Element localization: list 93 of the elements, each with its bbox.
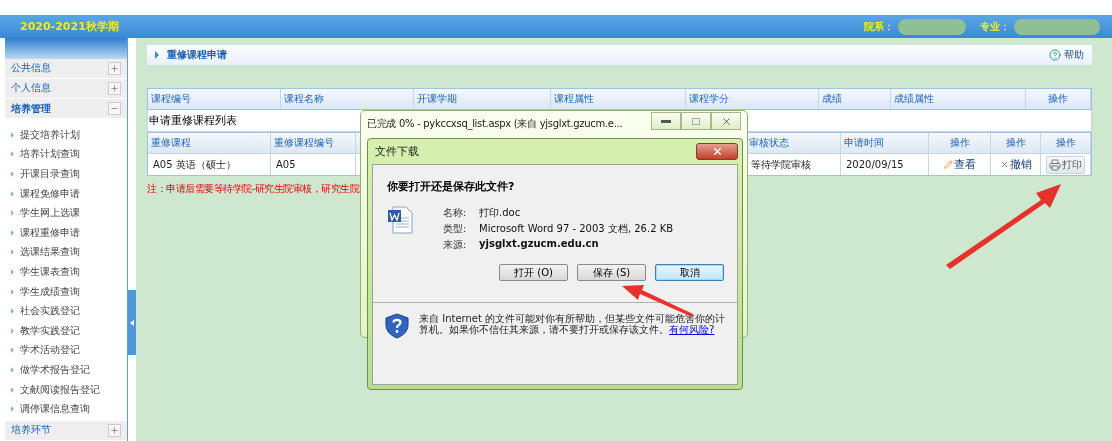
column-header: 操作 bbox=[929, 133, 991, 153]
detail-label: 名称: bbox=[443, 206, 468, 220]
sidebar-section[interactable]: 个人信息 bbox=[5, 78, 127, 99]
sidebar-item[interactable]: 学生网上选课 bbox=[20, 206, 80, 221]
sidebar-item[interactable]: 课程免修申请 bbox=[20, 186, 80, 201]
table-cell: A05 bbox=[271, 153, 356, 175]
bullet-icon bbox=[11, 269, 14, 275]
minimize-icon bbox=[661, 119, 671, 123]
detail-label: 类型: bbox=[443, 222, 468, 236]
pencil-icon bbox=[943, 160, 953, 169]
redacted-field bbox=[898, 18, 966, 35]
dialog-question: 你要打开还是保存此文件? bbox=[386, 179, 516, 194]
warning-text: 来自 Internet 的文件可能对你有所帮助，但某些文件可能危害你的计算机。如果你不信任其来源，请不要打开或保存该文件。有何风险? bbox=[419, 313, 727, 335]
sidebar-section[interactable]: 培养环节 bbox=[5, 420, 127, 441]
word-document-icon bbox=[387, 206, 413, 234]
page-title: 重修课程申请 bbox=[167, 48, 227, 62]
column-header: 操作 bbox=[991, 133, 1041, 153]
expand-icon[interactable] bbox=[108, 424, 121, 437]
help-link[interactable]: 帮助 bbox=[1049, 48, 1084, 62]
column-header: 开课学期 bbox=[414, 89, 551, 109]
bullet-icon bbox=[11, 131, 14, 138]
dialog-button[interactable]: 取消 bbox=[655, 264, 724, 281]
sidebar-item[interactable]: 开课目录查询 bbox=[20, 167, 80, 182]
bullet-icon bbox=[11, 171, 14, 178]
column-header: 成绩属性 bbox=[891, 89, 1026, 109]
table-cell: A05 英语（硕士） bbox=[148, 153, 271, 175]
bullet-icon bbox=[11, 366, 14, 373]
bullet-icon bbox=[11, 406, 14, 413]
sidebar-item[interactable]: 学生课表查询 bbox=[20, 265, 80, 279]
column-header: 重修课程 bbox=[148, 133, 271, 153]
cross-icon bbox=[999, 160, 1009, 169]
dialog-button[interactable]: 保存 (S) bbox=[577, 264, 646, 281]
sidebar-item[interactable]: 做学术报告登记 bbox=[20, 362, 90, 377]
expand-icon[interactable] bbox=[108, 81, 121, 95]
sidebar-item[interactable]: 调停课信息查询 bbox=[20, 402, 90, 417]
dialog-title: 文件下载 bbox=[375, 144, 419, 159]
bullet-icon bbox=[11, 327, 14, 334]
bullet-icon bbox=[11, 151, 14, 158]
window-title: 已完成 0% - pykccxsq_list.aspx (来自 yjsglxt.gzucm.e... bbox=[367, 117, 623, 131]
column-header: 审核状态 bbox=[746, 133, 841, 153]
column-header: 操作 bbox=[1041, 133, 1091, 153]
caret-icon bbox=[155, 51, 159, 59]
sidebar-item[interactable]: 学生成绩查询 bbox=[20, 284, 80, 299]
sidebar-item[interactable]: 社会实践登记 bbox=[20, 304, 80, 319]
table-cell: 2020/09/15 bbox=[841, 153, 929, 175]
sidebar-item[interactable]: 提交培养计划 bbox=[20, 127, 80, 142]
bullet-icon bbox=[11, 249, 14, 256]
column-header: 课程编号 bbox=[148, 89, 281, 109]
sidebar-item[interactable]: 学术活动登记 bbox=[20, 343, 80, 358]
expand-icon[interactable] bbox=[108, 61, 121, 75]
column-header: 课程学分 bbox=[686, 89, 819, 109]
column-header: 成绩 bbox=[819, 89, 891, 109]
help-icon bbox=[1049, 49, 1061, 61]
sidebar-item[interactable]: 课程重修申请 bbox=[20, 225, 80, 240]
column-header: 重修课程编号 bbox=[271, 133, 356, 153]
table-cell: 等待学院审核 bbox=[746, 153, 841, 175]
close-icon bbox=[720, 115, 732, 127]
shield-question-icon bbox=[385, 313, 409, 339]
bullet-icon bbox=[11, 190, 14, 197]
detail-label: 来源: bbox=[443, 238, 468, 252]
print-button[interactable]: 打印 bbox=[1046, 155, 1085, 174]
bullet-icon bbox=[11, 210, 14, 217]
field-label: 专业： bbox=[980, 19, 1010, 34]
detail-value: yjsglxt.gzucm.edu.cn bbox=[479, 238, 600, 251]
sidebar-item[interactable]: 选课结果查询 bbox=[20, 245, 80, 260]
bullet-icon bbox=[11, 308, 14, 315]
field-label: 院系： bbox=[864, 19, 894, 34]
risk-link[interactable]: 有何风险? bbox=[669, 324, 715, 335]
close-button[interactable] bbox=[696, 143, 738, 160]
sidebar-item[interactable]: 教学实践登记 bbox=[20, 323, 80, 338]
detail-value: 打印.doc bbox=[479, 206, 522, 220]
sidebar-section[interactable]: 培养管理 bbox=[5, 98, 127, 120]
column-header: 操作 bbox=[1026, 89, 1091, 109]
printer-icon bbox=[1049, 158, 1061, 171]
bullet-icon bbox=[11, 386, 14, 393]
bullet-icon bbox=[11, 347, 14, 354]
sidebar-item[interactable]: 培养计划查询 bbox=[20, 147, 80, 162]
bullet-icon bbox=[11, 229, 14, 236]
maximize-icon bbox=[692, 117, 700, 125]
column-header: 申请时间 bbox=[841, 133, 929, 153]
sidebar-collapse-handle[interactable] bbox=[128, 290, 136, 355]
column-header: 课程名称 bbox=[281, 89, 414, 109]
sidebar-section[interactable]: 公共信息 bbox=[5, 58, 127, 79]
close-icon bbox=[711, 146, 723, 157]
dialog-button[interactable]: 打开 (O) bbox=[499, 264, 568, 281]
column-header: 课程属性 bbox=[551, 89, 686, 109]
minimize-button[interactable] bbox=[651, 112, 681, 130]
sidebar-item[interactable]: 文献阅读报告登记 bbox=[20, 382, 100, 397]
bullet-icon bbox=[11, 288, 14, 295]
detail-value: Microsoft Word 97 - 2003 文档, 26.2 KB bbox=[479, 222, 674, 236]
collapse-icon[interactable] bbox=[108, 102, 121, 115]
note-text: 注：申请后需要等待学院-研究生院审核，研究生院 bbox=[147, 182, 359, 196]
semester-label: 2020-2021秋学期 bbox=[20, 19, 119, 34]
